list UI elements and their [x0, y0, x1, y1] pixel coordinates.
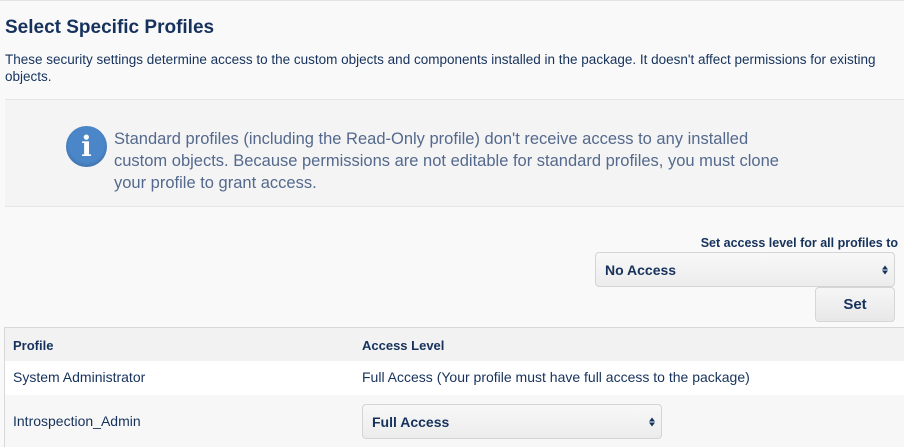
profiles-table: Profile Access Level System Administrato… — [4, 327, 904, 447]
set-button[interactable]: Set — [815, 287, 895, 322]
access-level-select[interactable]: Full Access — [362, 404, 662, 439]
bulk-access-select[interactable]: No Access — [595, 252, 895, 287]
select-arrows-icon — [649, 417, 655, 426]
page-description: These security settings determine access… — [5, 52, 876, 84]
select-arrows-icon — [882, 265, 888, 274]
access-level-text: Full Access (Your profile must have full… — [362, 369, 750, 385]
access-level-selected-value: Full Access — [372, 413, 450, 430]
table-row: Introspection_Admin Full Access — [5, 395, 904, 447]
info-icon: i — [66, 126, 107, 167]
table-row: System Administrator Full Access (Your p… — [5, 361, 904, 395]
page-title: Select Specific Profiles — [5, 17, 215, 38]
table-header: Profile Access Level — [5, 328, 904, 361]
profile-name: System Administrator — [13, 369, 146, 385]
page: Select Specific Profiles These security … — [0, 0, 904, 447]
column-header-access-level: Access Level — [362, 338, 445, 353]
bulk-access-label: Set access level for all profiles to — [700, 236, 898, 250]
info-icon-glyph: i — [81, 129, 92, 163]
info-message-text: Standard profiles (including the Read-On… — [114, 130, 779, 192]
column-header-profile: Profile — [13, 338, 54, 353]
info-message-box: i Standard profiles (including the Read-… — [5, 99, 904, 207]
bulk-access-selected-value: No Access — [605, 261, 677, 278]
profile-name: Introspection_Admin — [13, 413, 141, 429]
